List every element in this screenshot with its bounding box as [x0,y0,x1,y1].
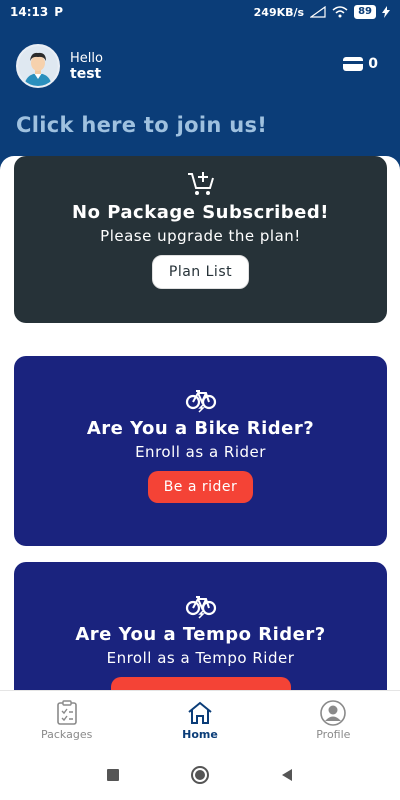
tempo-rider-card: Are You a Tempo Rider? Enroll as a Tempo… [14,562,387,690]
bottom-navigation: Packages Home Profile [0,690,400,750]
signal-icon [310,6,326,18]
wallet-icon [343,57,364,71]
bicycle-icon [185,596,216,619]
wallet-count: 0 [368,56,378,72]
battery-icon: 89 [354,5,376,19]
clipboard-icon [56,700,77,725]
bicycle-icon [185,390,216,413]
bike-rider-card: Are You a Bike Rider? Enroll as a Rider … [14,356,387,546]
tempo-rider-title: Are You a Tempo Rider? [75,624,326,645]
avatar[interactable] [16,44,60,88]
charging-icon [382,6,390,18]
add-to-cart-icon [187,172,214,195]
home-icon [188,701,212,724]
home-circle-icon[interactable] [190,765,210,785]
status-time: 14:13 [10,5,49,19]
profile-header[interactable]: Hello test [16,44,103,88]
be-a-rider-button[interactable]: Be a rider [147,471,254,503]
avatar-icon [18,46,58,86]
nav-packages-label: Packages [41,728,93,741]
package-subtitle: Please upgrade the plan! [100,227,301,245]
wallet-button[interactable]: 0 [342,56,378,72]
nav-packages[interactable]: Packages [0,691,133,750]
bike-rider-subtitle: Enroll as a Rider [135,443,266,461]
tempo-rider-subtitle: Enroll as a Tempo Rider [106,649,295,667]
status-bar: 14:13 P 249KB/s 89 [0,0,400,24]
nav-home-label: Home [182,728,218,741]
plan-list-button[interactable]: Plan List [151,255,250,289]
nav-profile[interactable]: Profile [267,691,400,750]
greeting-text: Hello [70,50,103,66]
network-speed: 249KB/s [253,5,305,19]
wifi-icon [332,6,348,18]
package-card: No Package Subscribed! Please upgrade th… [14,156,387,323]
system-navigation-bar [0,750,400,800]
content-sheet[interactable]: No Package Subscribed! Please upgrade th… [0,156,400,690]
join-link[interactable]: Click here to join us! [16,113,267,137]
tempo-rider-button[interactable] [110,677,291,690]
bike-rider-title: Are You a Bike Rider? [86,418,315,439]
nav-profile-label: Profile [316,728,351,741]
package-title: No Package Subscribed! [72,202,329,223]
nav-home[interactable]: Home [133,691,266,750]
recent-apps-icon[interactable] [106,768,120,782]
back-icon[interactable] [280,768,294,782]
username: test [70,65,102,82]
user-icon [320,700,347,726]
carrier-icon: P [54,5,63,19]
